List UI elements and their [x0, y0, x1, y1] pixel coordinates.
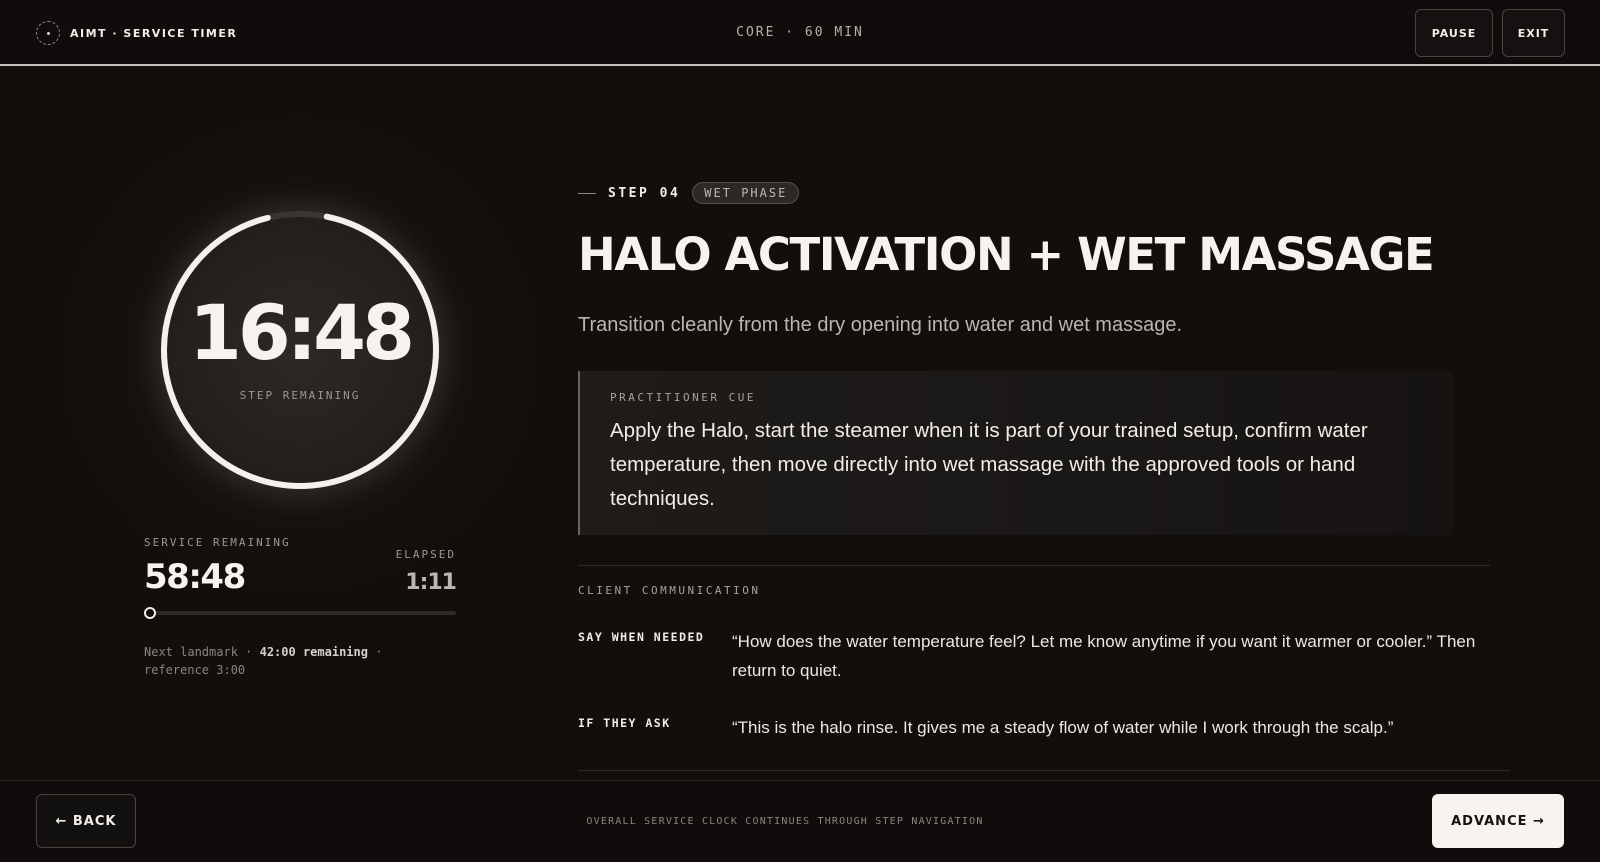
step-remaining-label: STEP REMAINING — [239, 389, 361, 402]
section-divider — [578, 565, 1490, 566]
footer-note: OVERALL SERVICE CLOCK CONTINUES THROUGH … — [586, 816, 984, 827]
step-title: HALO ACTIVATION + WET MASSAGE — [578, 228, 1435, 281]
client-communication-label: CLIENT COMMUNICATION — [578, 584, 761, 597]
comm-key-say-when-needed: SAY WHEN NEEDED — [578, 630, 705, 644]
exit-button[interactable]: EXIT — [1502, 9, 1565, 57]
step-remaining-time: 16:48 — [189, 288, 415, 377]
step-number: STEP 04 — [608, 185, 681, 201]
landmark-value: 42:00 remaining — [259, 645, 368, 659]
service-remaining-time: 58:48 — [144, 557, 246, 597]
step-dash — [578, 192, 596, 194]
session-label: CORE · 60 MIN — [736, 25, 864, 40]
service-remaining-label: SERVICE REMAINING — [144, 536, 291, 549]
comm-text-say-when-needed: “How does the water temperature feel? Le… — [732, 632, 1476, 680]
step-header: STEP 04 WET PHASE — [578, 182, 800, 204]
bottom-bar: ← BACK OVERALL SERVICE CLOCK CONTINUES T… — [0, 780, 1600, 862]
pause-button[interactable]: PAUSE — [1415, 9, 1493, 57]
landmark-prefix: Next landmark · — [144, 645, 260, 659]
step-subtitle: Transition cleanly from the dry opening … — [578, 314, 1183, 336]
phase-badge: WET PHASE — [692, 182, 800, 204]
cue-text: Apply the Halo, start the steamer when i… — [610, 419, 1368, 510]
next-landmark: Next landmark · 42:00 remaining · refere… — [144, 643, 434, 679]
practitioner-cue-card: PRACTITIONER CUE Apply the Halo, start t… — [578, 371, 1453, 535]
comm-key-if-they-ask: IF THEY ASK — [578, 716, 671, 730]
section-divider-bottom — [578, 770, 1510, 771]
service-progress-bar — [144, 607, 456, 619]
comm-text-if-they-ask: “This is the halo rinse. It gives me a s… — [732, 718, 1394, 737]
cue-label: PRACTITIONER CUE — [610, 391, 756, 404]
elapsed-label: ELAPSED — [395, 548, 456, 561]
elapsed-time: 1:11 — [405, 570, 457, 595]
top-bar: AIMT · SERVICE TIMER CORE · 60 MIN PAUSE… — [0, 0, 1600, 66]
service-progress-marker — [144, 607, 157, 619]
advance-button[interactable]: ADVANCE → — [1432, 794, 1564, 848]
